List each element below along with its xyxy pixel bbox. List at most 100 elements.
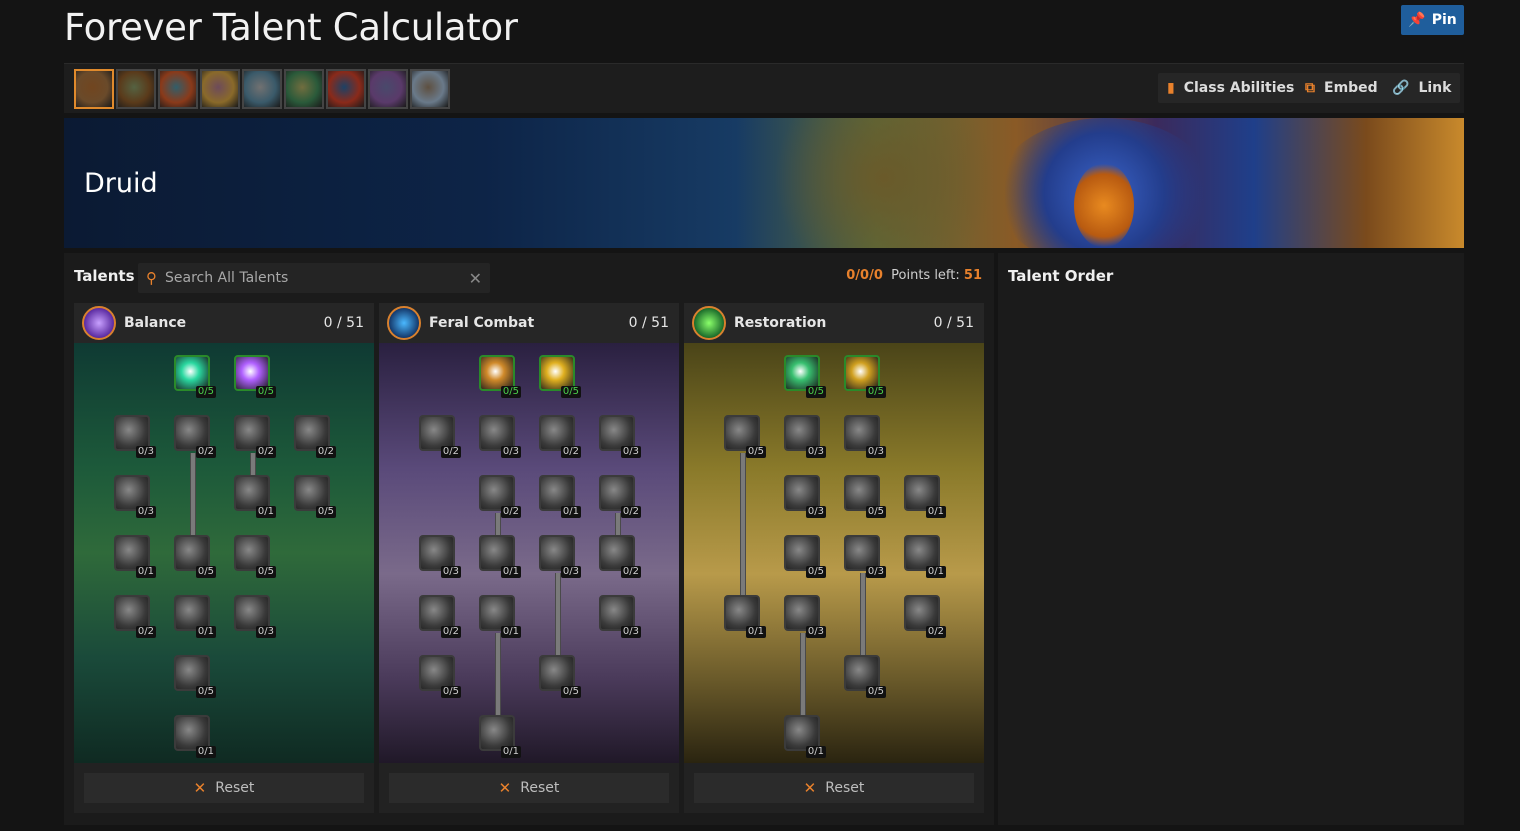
- talent-f15[interactable]: 0/1: [479, 595, 521, 638]
- class-button-shaman[interactable]: [326, 69, 366, 109]
- talent-b15[interactable]: 0/3: [234, 595, 276, 638]
- talent-r3[interactable]: 0/5: [724, 415, 766, 458]
- talent-r8[interactable]: 0/1: [904, 475, 946, 518]
- hunter-class-icon: [118, 71, 154, 107]
- talent-r14[interactable]: 0/2: [904, 595, 946, 638]
- talent-b3[interactable]: 0/3: [114, 415, 156, 458]
- talent-rank: 0/5: [805, 386, 826, 398]
- talent-b10[interactable]: 0/1: [114, 535, 156, 578]
- points-summary: 0/0/0 Points left: 51: [846, 268, 982, 283]
- class-button-warlock[interactable]: [368, 69, 408, 109]
- embed-icon: ⧉: [1305, 80, 1315, 96]
- talent-b14[interactable]: 0/1: [174, 595, 216, 638]
- class-button-mage[interactable]: [158, 69, 198, 109]
- talent-rank: 0/3: [560, 566, 581, 578]
- talent-b9[interactable]: 0/5: [294, 475, 336, 518]
- class-button-warrior[interactable]: [410, 69, 450, 109]
- talent-r6[interactable]: 0/3: [784, 475, 826, 518]
- talent-r11[interactable]: 0/1: [904, 535, 946, 578]
- talent-b12[interactable]: 0/5: [234, 535, 276, 578]
- talent-f2[interactable]: 0/5: [539, 355, 581, 398]
- talent-b6[interactable]: 0/2: [294, 415, 336, 458]
- talent-b13[interactable]: 0/2: [114, 595, 156, 638]
- points-left-label: Points left:: [891, 268, 960, 283]
- embed-button[interactable]: ⧉ Embed: [1296, 73, 1387, 103]
- clear-search-icon[interactable]: ✕: [469, 269, 482, 288]
- talent-b11[interactable]: 0/5: [174, 535, 216, 578]
- talent-rank: 0/3: [620, 446, 641, 458]
- class-abilities-button[interactable]: ▮ Class Abilities: [1158, 73, 1304, 103]
- talent-r7[interactable]: 0/5: [844, 475, 886, 518]
- talent-b4[interactable]: 0/2: [174, 415, 216, 458]
- talent-r4[interactable]: 0/3: [784, 415, 826, 458]
- talent-f19[interactable]: 0/1: [479, 715, 521, 758]
- class-banner: Druid: [64, 118, 1464, 248]
- talent-r5[interactable]: 0/3: [844, 415, 886, 458]
- talent-rank: 0/5: [315, 506, 336, 518]
- talent-f14[interactable]: 0/2: [419, 595, 461, 638]
- reset-tree-button[interactable]: ✕ Reset: [84, 773, 364, 803]
- link-button[interactable]: 🔗 Link: [1383, 73, 1461, 103]
- talent-f10[interactable]: 0/3: [419, 535, 461, 578]
- prerequisite-arrow: [555, 573, 561, 655]
- class-button-paladin[interactable]: [200, 69, 240, 109]
- talent-f16[interactable]: 0/3: [599, 595, 641, 638]
- talent-rank: 0/1: [195, 746, 216, 758]
- talent-f8[interactable]: 0/1: [539, 475, 581, 518]
- points-left-value: 51: [963, 268, 982, 283]
- talent-rank: 0/5: [255, 566, 276, 578]
- talent-r13[interactable]: 0/3: [784, 595, 826, 638]
- talent-rank: 0/3: [620, 626, 641, 638]
- talent-rank: 0/5: [865, 386, 886, 398]
- reset-label: Reset: [825, 780, 865, 796]
- talent-b5[interactable]: 0/2: [234, 415, 276, 458]
- talent-rank: 0/1: [745, 626, 766, 638]
- warrior-class-icon: [412, 71, 448, 107]
- talent-f6[interactable]: 0/3: [599, 415, 641, 458]
- talent-rank: 0/2: [620, 566, 641, 578]
- talent-b16[interactable]: 0/5: [174, 655, 216, 698]
- talent-b1[interactable]: 0/5: [174, 355, 216, 398]
- class-button-hunter[interactable]: [116, 69, 156, 109]
- tree-points: 0 / 51: [628, 315, 669, 331]
- talent-b17[interactable]: 0/1: [174, 715, 216, 758]
- priest-class-icon: [244, 71, 280, 107]
- class-button-rogue[interactable]: [284, 69, 324, 109]
- talent-b7[interactable]: 0/3: [114, 475, 156, 518]
- reset-tree-button[interactable]: ✕ Reset: [694, 773, 974, 803]
- talent-f1[interactable]: 0/5: [479, 355, 521, 398]
- talent-r15[interactable]: 0/5: [844, 655, 886, 698]
- talent-f18[interactable]: 0/5: [539, 655, 581, 698]
- talent-rank: 0/2: [560, 446, 581, 458]
- talent-f4[interactable]: 0/3: [479, 415, 521, 458]
- talent-r1[interactable]: 0/5: [784, 355, 826, 398]
- talent-rank: 0/3: [805, 446, 826, 458]
- talent-f13[interactable]: 0/2: [599, 535, 641, 578]
- talent-b2[interactable]: 0/5: [234, 355, 276, 398]
- banner-art: [764, 118, 1004, 248]
- talent-r12[interactable]: 0/1: [724, 595, 766, 638]
- talent-search-input[interactable]: [165, 270, 469, 286]
- talent-f9[interactable]: 0/2: [599, 475, 641, 518]
- talent-f11[interactable]: 0/1: [479, 535, 521, 578]
- class-button-druid[interactable]: [74, 69, 114, 109]
- pin-button[interactable]: 📌 Pin: [1401, 5, 1464, 35]
- reset-tree-button[interactable]: ✕ Reset: [389, 773, 669, 803]
- talent-r9[interactable]: 0/5: [784, 535, 826, 578]
- talent-rank: 0/1: [925, 506, 946, 518]
- tree-grid: 0/5 0/5 0/2 0/3 0/2 0/3 0/2 0/1 0/2 0/3 0/1 0/3 0/2 0…: [379, 343, 679, 763]
- talent-f12[interactable]: 0/3: [539, 535, 581, 578]
- close-icon: ✕: [193, 779, 207, 797]
- talent-f7[interactable]: 0/2: [479, 475, 521, 518]
- talent-r10[interactable]: 0/3: [844, 535, 886, 578]
- class-button-priest[interactable]: [242, 69, 282, 109]
- talent-b8[interactable]: 0/1: [234, 475, 276, 518]
- restoration-icon: [692, 306, 726, 340]
- talent-f5[interactable]: 0/2: [539, 415, 581, 458]
- talent-r16[interactable]: 0/1: [784, 715, 826, 758]
- talent-f3[interactable]: 0/2: [419, 415, 461, 458]
- talent-rank: 0/5: [255, 386, 276, 398]
- talent-r2[interactable]: 0/5: [844, 355, 886, 398]
- talent-f17[interactable]: 0/5: [419, 655, 461, 698]
- search-icon: ⚲: [146, 269, 157, 287]
